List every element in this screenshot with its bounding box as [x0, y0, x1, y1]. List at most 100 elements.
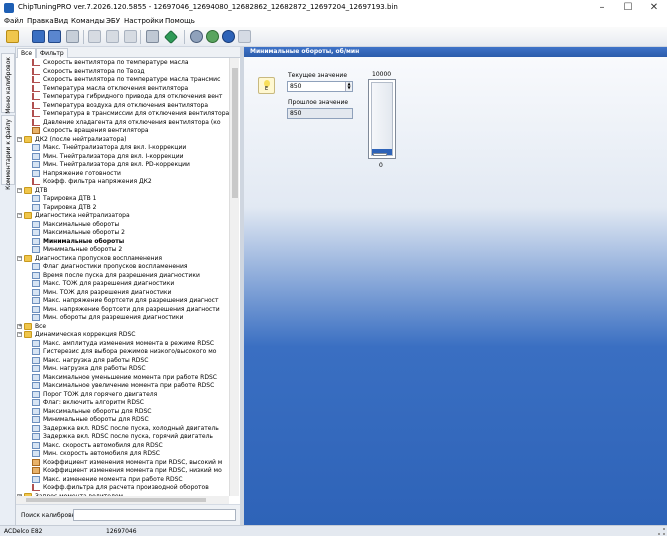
calibration-icon	[32, 110, 40, 117]
calibration-icon	[32, 433, 40, 440]
calibration-icon	[32, 229, 40, 236]
menu-bar: Файл Правка Вид Команды ЭБУ Настройки По…	[0, 16, 667, 27]
calibration-icon	[32, 390, 40, 398]
calibration-icon	[32, 365, 40, 372]
gauge-track	[371, 82, 393, 156]
compare-icon[interactable]	[146, 30, 159, 43]
calibration-icon	[32, 484, 40, 491]
calibration-search: Поиск калибровки	[16, 504, 240, 525]
calibration-icon	[32, 305, 40, 313]
tab-file-comments[interactable]: Комментарии к файлу	[1, 115, 15, 190]
calibration-icon	[32, 356, 40, 364]
gauge-max-label: 10000	[372, 71, 392, 78]
tab-calibration-menu[interactable]: Меню калибровок	[1, 53, 15, 114]
status-file-id: 12697046	[106, 528, 137, 535]
calibration-icon	[32, 84, 40, 92]
calibration-icon	[32, 59, 40, 66]
calibration-icon	[32, 373, 40, 381]
calibration-icon	[32, 144, 40, 151]
save-as-icon[interactable]	[48, 30, 61, 43]
tab-all[interactable]: Все	[17, 48, 37, 58]
spin-buttons[interactable]: ▲ ▼	[345, 82, 352, 91]
status-bar: ACDelco E82 12697046	[0, 525, 667, 536]
current-value-label: Текущее значение	[288, 72, 348, 79]
calibration-icon	[32, 203, 40, 211]
calibration-icon	[32, 467, 40, 474]
lightbulb-icon[interactable]: E	[258, 77, 275, 94]
toolbar-separator	[184, 30, 185, 44]
folder-icon	[24, 186, 32, 194]
previous-value-field: 850	[287, 108, 353, 119]
menu-file[interactable]: Файл	[4, 17, 23, 25]
collapse-icon[interactable]: −	[17, 187, 22, 193]
copy-icon[interactable]	[88, 30, 101, 43]
collapse-icon[interactable]: −	[17, 255, 22, 261]
calibration-icon	[32, 382, 40, 389]
menu-ecu[interactable]: ЭБУ	[106, 17, 120, 25]
toolbar	[0, 27, 667, 47]
maximize-button[interactable]: ☐	[615, 0, 641, 16]
collapse-icon[interactable]: −	[17, 213, 22, 218]
search-icon[interactable]	[190, 30, 203, 43]
vertical-tab-strip: Меню калибровок Комментарии к файлу	[0, 47, 16, 525]
save-icon[interactable]	[32, 30, 45, 43]
folder-icon	[24, 322, 32, 330]
minimize-button[interactable]: –	[589, 0, 615, 16]
calibration-icon	[32, 416, 40, 423]
panel-tab-strip: Все Фильтр	[16, 47, 240, 58]
calibration-icon	[32, 67, 40, 75]
undo-icon[interactable]	[124, 30, 137, 43]
menu-view[interactable]: Вид	[54, 17, 68, 25]
tree-vertical-scrollbar[interactable]	[229, 58, 239, 496]
calibration-icon	[32, 195, 40, 202]
title-bar: ChipTuningPRO ver.7.2026.120.5855 - 1269…	[0, 0, 667, 16]
expand-icon[interactable]: +	[17, 323, 22, 329]
tool-icon[interactable]	[66, 30, 79, 43]
tree-horizontal-scrollbar[interactable]	[16, 496, 229, 504]
calibration-icon	[32, 450, 40, 457]
collapse-icon[interactable]: −	[17, 332, 22, 337]
editor-header: Минимальные обороты, об/мин	[244, 47, 667, 57]
collapse-icon[interactable]: −	[17, 136, 22, 142]
toolbar-separator	[140, 30, 141, 44]
options-icon[interactable]	[238, 30, 251, 43]
calibration-icon	[32, 475, 40, 483]
gauge-min-label: 0	[379, 162, 383, 169]
calibration-icon	[32, 118, 40, 126]
menu-settings[interactable]: Настройки	[124, 17, 164, 25]
calibration-icon	[32, 441, 40, 449]
folder-icon	[24, 254, 32, 262]
open-folder-icon[interactable]	[6, 30, 19, 43]
menu-commands[interactable]: Команды	[71, 17, 105, 25]
scrollbar-thumb[interactable]	[232, 68, 238, 198]
calibration-icon	[32, 169, 40, 177]
calibration-icon	[32, 407, 40, 415]
checksum-icon[interactable]	[163, 29, 179, 45]
calibration-icon	[32, 237, 40, 245]
calibration-icon	[32, 280, 40, 287]
menu-help[interactable]: Помощь	[165, 17, 195, 25]
tab-filter[interactable]: Фильтр	[36, 48, 68, 58]
calibration-icon	[32, 263, 40, 270]
folder-icon	[24, 331, 32, 338]
window-title: ChipTuningPRO ver.7.2026.120.5855 - 1269…	[18, 3, 398, 11]
search-input[interactable]	[73, 509, 236, 521]
calibration-icon	[32, 161, 40, 168]
gauge-handle[interactable]	[373, 153, 387, 156]
current-value-input[interactable]: 850 ▲ ▼	[287, 81, 353, 92]
value-gauge[interactable]	[368, 79, 396, 159]
connect-icon[interactable]	[206, 30, 219, 43]
menu-edit[interactable]: Правка	[27, 17, 54, 25]
calibration-icon	[32, 127, 40, 134]
calibration-icon	[32, 93, 40, 100]
search-label: Поиск калибровки	[21, 512, 80, 519]
close-button[interactable]: ✕	[641, 0, 667, 16]
paste-icon[interactable]	[106, 30, 119, 43]
help-icon[interactable]	[222, 30, 235, 43]
resize-grip[interactable]	[658, 528, 665, 535]
scrollbar-thumb[interactable]	[26, 498, 206, 502]
calibration-icon	[32, 220, 40, 228]
calibration-icon	[32, 76, 40, 83]
app-icon	[4, 3, 14, 13]
folder-icon	[24, 212, 32, 219]
